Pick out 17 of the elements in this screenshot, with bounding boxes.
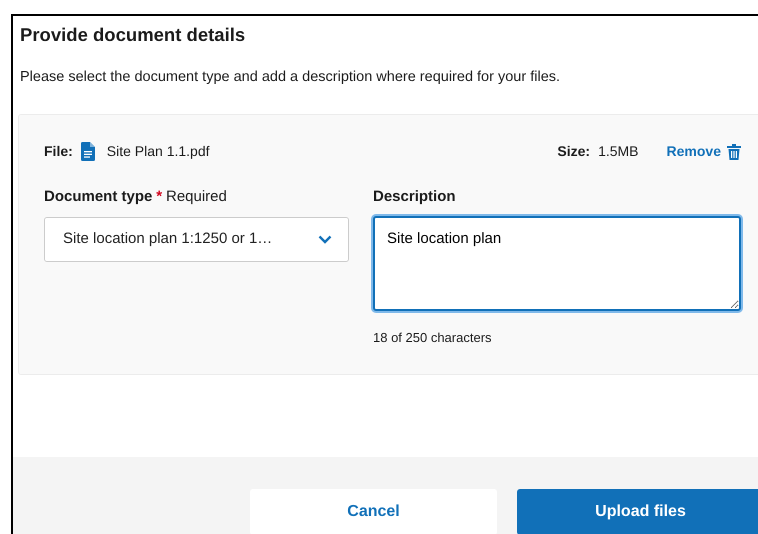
description-field[interactable]: Site location plan — [373, 216, 741, 311]
document-type-label: Document type * Required — [44, 186, 228, 206]
size-label: Size: — [557, 142, 590, 161]
trash-icon[interactable] — [727, 144, 741, 160]
description-label: Description — [373, 186, 457, 206]
remove-link[interactable]: Remove — [666, 141, 741, 162]
document-icon — [80, 142, 95, 161]
file-label: File: — [44, 142, 73, 161]
file-name: Site Plan 1.1.pdf — [106, 142, 210, 161]
file-size: 1.5MB — [598, 142, 639, 161]
character-counter: 18 of 250 characters — [373, 329, 493, 347]
upload-button[interactable]: Upload files — [517, 488, 758, 534]
dialog-title: Provide document details — [20, 23, 246, 47]
cancel-button[interactable]: Cancel — [250, 488, 497, 534]
intro-text: Please select the document type and add a description where required for your files. — [20, 68, 562, 87]
chevron-down-icon — [318, 235, 332, 244]
document-type-select[interactable]: Site location plan 1:1250 or 1… — [44, 217, 349, 262]
